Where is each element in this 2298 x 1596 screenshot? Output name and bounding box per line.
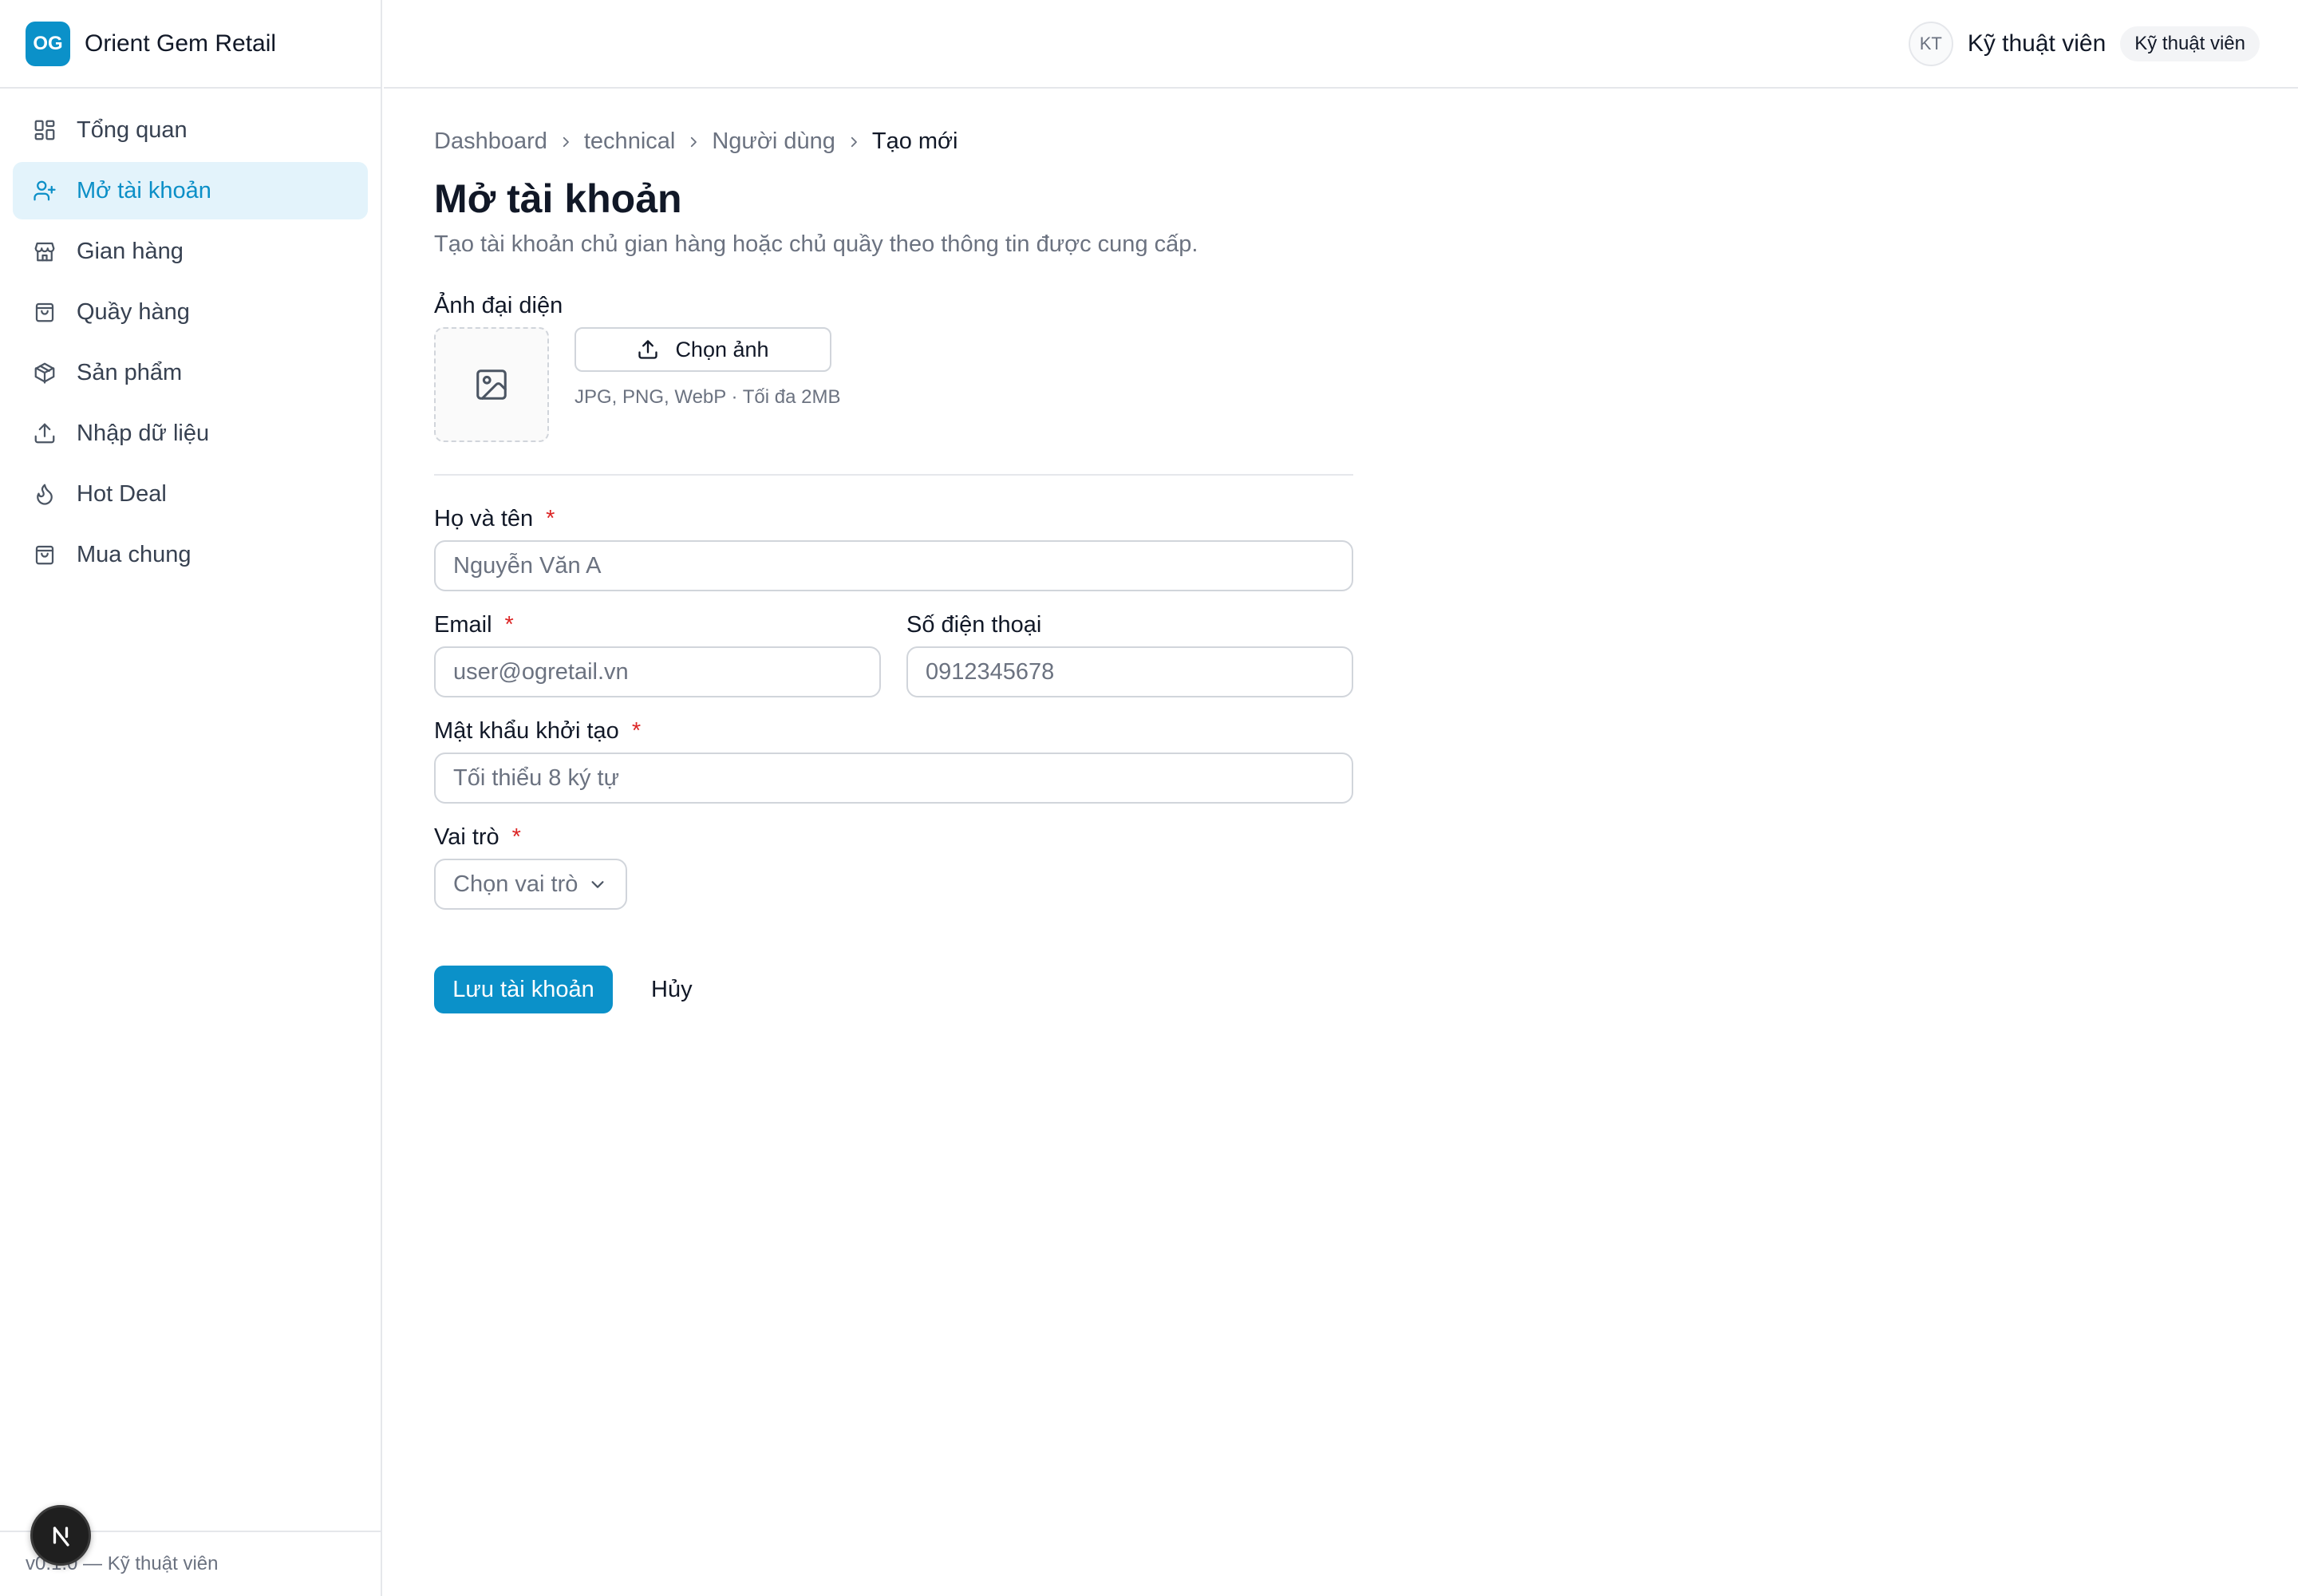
required-mark: * [546,506,555,531]
role-badge: Kỹ thuật viên [2120,26,2260,61]
email-label: Email [434,612,492,638]
user-plus-icon [32,178,57,203]
breadcrumb-technical[interactable]: technical [584,128,675,155]
chevron-down-icon [591,881,604,888]
flame-icon [32,481,57,507]
save-account-button[interactable]: Lưu tài khoản [434,966,613,1013]
breadcrumb-current: Tạo mới [871,128,958,154]
breadcrumb-nguoi-dung[interactable]: Người dùng [712,128,835,155]
cancel-button[interactable]: Hủy [651,977,693,1003]
required-mark: * [511,824,521,850]
role-label: Vai trò [434,824,499,850]
sidebar-item-nhap-du-lieu[interactable]: Nhập dữ liệu [13,405,368,462]
sidebar-item-label: Gian hàng [77,238,184,264]
user-name: Kỹ thuật viên [1967,30,2106,57]
avatar-dropzone[interactable] [434,327,549,442]
chevron-right-icon [559,135,573,149]
role-select[interactable]: Chọn vai trò [434,859,627,910]
nextjs-logo-icon [53,1527,69,1547]
top-header: KT Kỹ thuật viên Kỹ thuật viên [384,0,2298,89]
full-name-label: Họ và tên [434,506,534,531]
required-mark: * [504,612,514,638]
sidebar-item-gian-hang[interactable]: Gian hàng [13,223,368,280]
brand-logo: OG [26,21,70,66]
phone-label: Số điện thoại [906,612,1042,638]
divider [434,474,1353,476]
upload-icon [32,421,57,446]
password-field[interactable]: Tối thiểu 8 ký tự [434,753,1353,804]
page-title: Mở tài khoản [434,176,682,221]
sidebar-item-label: Mở tài khoản [77,177,211,203]
sidebar-nav: Tổng quan Mở tài khoản Gian hàng Quầy hà… [0,89,381,599]
sidebar-item-label: Quầy hàng [77,298,190,325]
package-icon [32,360,57,385]
sidebar-item-hot-deal[interactable]: Hot Deal [13,465,368,523]
phone-field[interactable]: 0912345678 [906,646,1353,697]
shopping-bag-icon [32,542,57,567]
choose-image-button[interactable]: Chọn ảnh [574,327,831,372]
sidebar-item-mo-tai-khoan[interactable]: Mở tài khoản [13,162,368,219]
upload-hint: JPG, PNG, WebP · Tối đa 2MB [574,386,841,408]
brand-name: Orient Gem Retail [85,30,277,57]
email-field[interactable]: user@ogretail.vn [434,646,881,697]
chevron-right-icon [686,135,701,149]
sidebar: OG Orient Gem Retail Tổng quan Mở tài kh… [0,0,382,1596]
form-actions: Lưu tài khoản Hủy [434,966,1360,1013]
role-select-value: Chọn vai trò [453,871,578,897]
sidebar-item-label: Tổng quan [77,117,188,143]
shopping-bag-icon [32,299,57,325]
brand[interactable]: OG Orient Gem Retail [0,0,381,89]
sidebar-item-label: Mua chung [77,541,192,567]
image-icon [476,369,507,400]
sidebar-item-label: Nhập dữ liệu [77,420,210,446]
page-subtitle: Tạo tài khoản chủ gian hàng hoặc chủ quầ… [434,231,1198,257]
contact-row: Email * user@ogretail.vn Số điện thoại 0… [434,612,1360,697]
breadcrumb: Dashboard technical Người dùng Tạo mới [434,128,1360,155]
avatar[interactable]: KT [1908,21,1953,66]
dashboard-icon [32,117,57,143]
password-row: Mật khẩu khởi tạo * Tối thiểu 8 ký tự [434,718,1360,804]
chevron-right-icon [847,135,861,149]
sidebar-item-san-pham[interactable]: Sản phẩm [13,344,368,401]
full-name-row: Họ và tên * Nguyễn Văn A [434,506,1360,591]
choose-image-label: Chọn ảnh [675,337,769,361]
full-name-input[interactable]: Nguyễn Văn A [434,540,1353,591]
sidebar-item-label: Hot Deal [77,480,167,507]
upload-icon [638,340,658,359]
required-mark: * [631,718,642,744]
store-icon [32,239,57,264]
avatar-upload-section: Ảnh đại diện Chọn ảnh JPG, PNG, WebP · T… [434,293,1360,442]
sidebar-item-tong-quan[interactable]: Tổng quan [13,101,368,159]
role-row: Vai trò * Chọn vai trò [434,824,1360,910]
sidebar-item-mua-chung[interactable]: Mua chung [13,526,368,583]
password-label: Mật khẩu khởi tạo [434,718,619,744]
breadcrumb-dashboard[interactable]: Dashboard [434,128,547,155]
nextjs-devtools-button[interactable] [30,1505,91,1566]
sidebar-item-label: Sản phẩm [77,359,183,385]
main-content: Dashboard technical Người dùng Tạo mới M… [434,89,1360,1013]
sidebar-item-quay-hang[interactable]: Quầy hàng [13,283,368,341]
avatar-label: Ảnh đại diện [434,293,563,318]
